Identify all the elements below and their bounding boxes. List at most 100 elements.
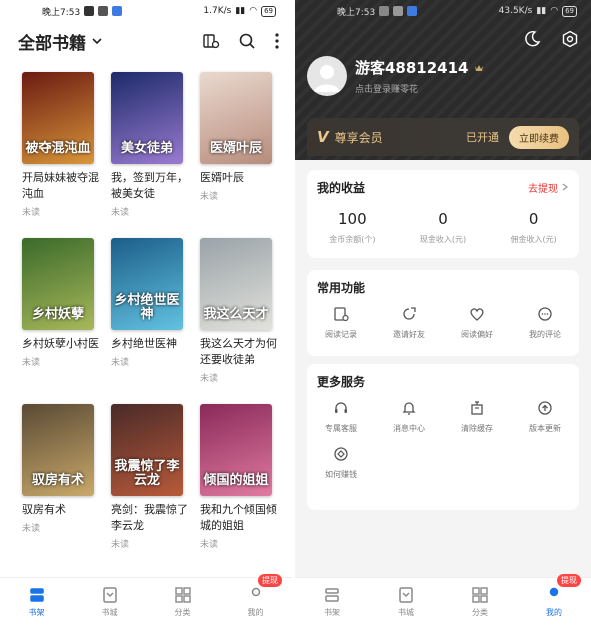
bookshelf-icon	[325, 587, 339, 602]
earning-label: 金币余额(个)	[329, 235, 376, 244]
bottom-nav: 书架 书城 分类 我的 提现	[0, 574, 292, 625]
battery-icon: 69	[261, 5, 276, 17]
avatar[interactable]	[307, 56, 347, 96]
book-item[interactable]: 医婿叶辰 医婿叶辰 未读	[200, 72, 289, 218]
settings-icon[interactable]	[561, 30, 579, 48]
book-cover[interactable]: 倾国的姐姐	[200, 404, 272, 496]
reading-history-icon	[334, 307, 349, 322]
function-item[interactable]: 清除缓存	[443, 400, 511, 434]
book-item[interactable]: 驭房有术 驭房有术 未读	[22, 404, 111, 550]
login-prompt[interactable]: 点击登录赚零花	[355, 82, 483, 95]
earning-item[interactable]: 100 金币余额(个)	[307, 210, 398, 245]
earning-item[interactable]: 0 现金收入(元)	[398, 210, 489, 245]
username: 游客48812414	[355, 59, 469, 77]
function-item[interactable]: 阅读记录	[307, 306, 375, 340]
app-notification-icon	[112, 6, 123, 16]
nav-tab[interactable]: 我的 提现	[219, 574, 292, 625]
signal-icon: ▮▮	[536, 6, 547, 16]
function-label: 版本更新	[529, 424, 561, 433]
function-item[interactable]: 阅读偏好	[443, 306, 511, 340]
vip-banner[interactable]: V 尊享会员 已开通 立即续费	[307, 118, 579, 156]
category-icon	[174, 586, 191, 603]
net-speed: 1.7K/s	[203, 6, 232, 16]
bookshelf-header: 全部书籍	[0, 22, 292, 60]
user-profile[interactable]: 游客48812414 点击登录赚零花	[307, 56, 483, 96]
bottom-nav: 书架 书城 分类 我的 提现	[295, 574, 591, 625]
function-item[interactable]: 邀请好友	[375, 306, 443, 340]
renew-button[interactable]: 立即续费	[509, 125, 569, 149]
book-title: 我这么天才为何还要收徒弟	[200, 337, 277, 366]
chevron-down-icon[interactable]	[90, 34, 104, 48]
app-notification-icon	[84, 6, 95, 16]
withdraw-link[interactable]: 去提现	[528, 180, 569, 195]
status-time: 晚上7:53	[337, 7, 376, 18]
cover-title: 倾国的姐姐	[203, 473, 269, 488]
vip-label: 尊享会员	[334, 130, 383, 145]
read-status: 未读	[111, 358, 130, 368]
book-cover[interactable]: 乡村绝世医神	[111, 238, 183, 330]
book-item[interactable]: 乡村绝世医神 乡村绝世医神 未读	[111, 238, 200, 384]
comment-icon	[538, 307, 552, 321]
vip-logo-icon: V	[317, 128, 329, 146]
nav-tab[interactable]: 分类	[146, 578, 219, 625]
cover-title: 医婿叶辰	[209, 141, 262, 156]
function-item[interactable]: 我的评论	[511, 306, 579, 340]
app-notification-icon	[393, 6, 404, 16]
book-item[interactable]: 被夺混沌血 开局妹妹被夺混沌血 未读	[22, 72, 111, 218]
nav-label: 我的	[546, 607, 562, 617]
nav-tab[interactable]: 我的 提现	[517, 574, 591, 625]
book-item[interactable]: 美女徒弟 我，签到万年，被美女徒 未读	[111, 72, 200, 218]
book-item[interactable]: 我这么天才 我这么天才为何还要收徒弟 未读	[200, 238, 289, 384]
wifi-icon: ◠	[550, 6, 559, 16]
status-bar: 晚上7:53 43.5K/s ▮▮ ◠ 69	[295, 0, 591, 22]
withdraw-label: 去提现	[528, 183, 558, 195]
earnings-row: 100 金币余额(个) 0 现金收入(元) 0 佣金收入(元)	[307, 204, 579, 245]
function-item[interactable]: 版本更新	[511, 400, 579, 434]
night-mode-icon[interactable]	[523, 30, 541, 48]
function-label: 专属客服	[325, 424, 357, 433]
book-cover[interactable]: 被夺混沌血	[22, 72, 94, 164]
search-icon[interactable]	[238, 32, 256, 50]
book-cover[interactable]: 美女徒弟	[111, 72, 183, 164]
coin-icon	[334, 447, 348, 461]
nav-label: 分类	[472, 607, 488, 617]
function-item[interactable]: 如何赚钱	[307, 446, 375, 480]
book-cover[interactable]: 医婿叶辰	[200, 72, 272, 164]
more-services-title: 更多服务	[317, 374, 366, 389]
nav-tab[interactable]: 书城	[369, 578, 443, 625]
book-item[interactable]: 乡村妖孽 乡村妖孽小村医 未读	[22, 238, 111, 384]
nav-tab[interactable]: 书架	[295, 578, 369, 625]
nav-tab[interactable]: 分类	[443, 578, 517, 625]
earning-item[interactable]: 0 佣金收入(元)	[488, 210, 579, 245]
read-status: 未读	[111, 208, 130, 218]
nav-tab[interactable]: 书架	[0, 578, 73, 625]
book-cover[interactable]: 乡村妖孽	[22, 238, 94, 330]
manage-books-icon[interactable]	[202, 32, 220, 50]
book-cover[interactable]: 驭房有术	[22, 404, 94, 496]
book-cover[interactable]: 我震惊了李云龙	[111, 404, 183, 496]
app-notification-icon	[407, 6, 418, 16]
cover-title: 美女徒弟	[120, 141, 173, 156]
book-cover[interactable]: 我这么天才	[200, 238, 272, 330]
more-menu-icon[interactable]	[274, 32, 280, 50]
book-title: 亮剑：我震惊了李云龙	[111, 503, 188, 532]
filter-title[interactable]: 全部书籍	[18, 29, 86, 54]
nav-tab[interactable]: 书城	[73, 578, 146, 625]
read-status: 未读	[22, 208, 41, 218]
signal-icon: ▮▮	[235, 6, 246, 16]
function-item[interactable]: 消息中心	[375, 400, 443, 434]
function-item[interactable]: 专属客服	[307, 400, 375, 434]
profile-screen: 晚上7:53 43.5K/s ▮▮ ◠ 69 游客48812414 点击登录赚零…	[295, 0, 591, 625]
vip-crown-icon	[474, 64, 483, 71]
nav-label: 书架	[324, 607, 340, 617]
status-bar: 晚上7:53 1.7K/s ▮▮ ◠ 69	[0, 0, 292, 22]
cover-title: 被夺混沌血	[25, 141, 91, 156]
earnings-title: 我的收益	[317, 180, 366, 195]
function-label: 邀请好友	[393, 330, 425, 339]
function-label: 如何赚钱	[325, 470, 357, 479]
battery-icon: 69	[562, 5, 577, 17]
book-item[interactable]: 我震惊了李云龙 亮剑：我震惊了李云龙 未读	[111, 404, 200, 550]
profile-icon	[251, 587, 260, 596]
book-title: 我和九个倾国倾城的姐姐	[200, 503, 277, 532]
book-item[interactable]: 倾国的姐姐 我和九个倾国倾城的姐姐 未读	[200, 404, 289, 550]
